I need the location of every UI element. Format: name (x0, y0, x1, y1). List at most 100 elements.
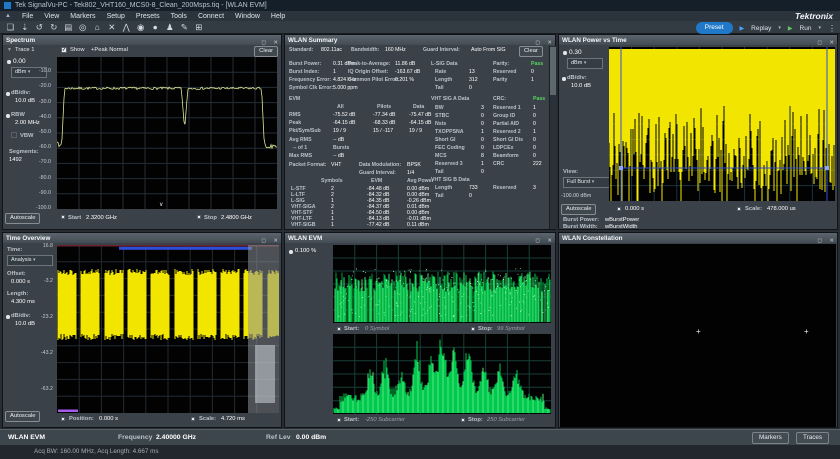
menu-view[interactable]: View (44, 13, 59, 20)
pvt-scale-value[interactable]: 478.000 us (767, 206, 796, 212)
stop-freq-marker[interactable] (197, 215, 201, 219)
recall-icon[interactable]: ⇣ (18, 21, 33, 33)
analysis-icon[interactable]: ♟ (163, 21, 178, 33)
length-value[interactable]: 4.300 ms (11, 299, 35, 305)
tov-scale-marker[interactable] (191, 417, 195, 421)
menu-file[interactable]: File (22, 13, 33, 20)
status-reflev-value[interactable]: 0.00 dBm (296, 434, 326, 441)
stop-freq-value[interactable]: 2.4800 GHz (221, 215, 252, 221)
view-dropdown[interactable]: Full Burst ▾ (563, 177, 611, 188)
traces-button[interactable]: Traces (796, 432, 829, 444)
evm-symbol-plot[interactable] (333, 245, 551, 323)
detector-selector[interactable]: +Peak Normal (91, 47, 128, 53)
sym-stop-value[interactable]: 99 Symbol (497, 326, 524, 332)
spectrum-title: Spectrum (6, 37, 35, 44)
record-icon[interactable]: ● (148, 21, 163, 33)
menu-connect[interactable]: Connect (198, 13, 224, 20)
replay-dropdown[interactable]: Replay (751, 25, 771, 32)
redo-icon[interactable]: ↻ (47, 21, 62, 33)
time-overview-plot[interactable] (57, 245, 279, 413)
close-icon[interactable]: ✕ (273, 238, 278, 244)
maximize-icon[interactable]: ◻ (817, 40, 822, 46)
pvt-scale-marker[interactable] (737, 207, 741, 211)
trigger-icon[interactable]: ◉ (134, 21, 149, 33)
edit-icon[interactable]: ✎ (177, 21, 192, 33)
pvt-plot[interactable] (609, 47, 835, 201)
tov-position-marker[interactable] (61, 417, 65, 421)
siga-value: 1 (481, 130, 484, 136)
sub-stop-value[interactable]: 250 Subcarrier (487, 417, 525, 423)
maximize-icon[interactable]: ◻ (261, 238, 266, 244)
maximize-icon[interactable]: ◻ (535, 238, 540, 244)
pvt-autoscale-button[interactable]: Autoscale (561, 204, 596, 215)
info-bar: Acq BW: 160.00 MHz, Acq Length: 4.667 ms (0, 445, 840, 459)
time-overview-header[interactable]: Time Overview ◻ ✕ (3, 233, 281, 243)
evm-ref-value[interactable]: 0.100 % (295, 248, 316, 254)
sym-start-value[interactable]: 0 Symbol (365, 326, 389, 332)
undo-icon[interactable]: ↺ (32, 21, 47, 33)
fullscreen-icon[interactable]: ⊞ (192, 21, 207, 33)
run-dropdown[interactable]: Run (800, 25, 812, 32)
summary-clear-button[interactable]: Clear (519, 46, 543, 57)
sym-stop-marker[interactable] (471, 327, 475, 331)
pvt-ref-value[interactable]: 0.30 (569, 49, 582, 56)
status-freq-value[interactable]: 2.40000 GHz (156, 434, 196, 441)
replay-caret-icon[interactable]: ▾ (778, 25, 781, 31)
tov-autoscale-button[interactable]: Autoscale (5, 411, 40, 422)
tov-dbdiv-value[interactable]: 10.0 dB (15, 321, 35, 327)
tov-scale-value[interactable]: 4.720 ms (221, 416, 245, 422)
close-icon[interactable]: ✕ (829, 40, 834, 46)
clear-button[interactable]: Clear (254, 46, 278, 57)
wlan-summary-header[interactable]: WLAN Summary ◻ ✕ (285, 35, 555, 45)
wlan-evm-header[interactable]: WLAN EVM ◻ ✕ (285, 233, 555, 243)
constellation-header[interactable]: WLAN Constellation ◻ ✕ (559, 233, 837, 243)
menu-tools[interactable]: Tools (171, 13, 187, 20)
settings-icon[interactable]: ◎ (76, 21, 91, 33)
autoscale-button[interactable]: Autoscale (5, 213, 40, 224)
menu-window[interactable]: Window (235, 13, 260, 20)
pvt-position-value[interactable]: 0.000 s (625, 206, 644, 212)
pvt-unit-dropdown[interactable]: dBm ▾ (567, 58, 603, 69)
sub-start-marker[interactable] (337, 418, 341, 422)
pvt-position-marker[interactable] (617, 207, 621, 211)
spectrum-header[interactable]: Spectrum ◻ ✕ (3, 35, 281, 45)
preset-button[interactable]: Preset (696, 22, 733, 33)
pvt-dbdiv-value[interactable]: 10.0 dB (571, 83, 591, 89)
markers-icon[interactable]: ✕ (105, 21, 120, 33)
close-icon[interactable]: ✕ (547, 238, 552, 244)
status-mode[interactable]: WLAN EVM (8, 434, 45, 441)
markers-button[interactable]: Markers (752, 432, 789, 444)
ref-level-value[interactable]: 0.00 (13, 58, 26, 65)
app-menu-icon[interactable]: ▲ (5, 13, 11, 19)
tov-position-value[interactable]: 0.000 s (99, 416, 118, 422)
evm-subcarrier-plot[interactable] (333, 334, 551, 414)
sym-start-marker[interactable] (337, 327, 341, 331)
marker-indicator-icon[interactable]: ∨ (159, 202, 163, 208)
menu-markers[interactable]: Markers (70, 13, 95, 20)
run-caret-icon[interactable]: ▾ (818, 25, 821, 31)
spectrum-trace-icon[interactable]: ⋀ (119, 21, 134, 33)
menu-presets[interactable]: Presets (136, 13, 160, 20)
start-freq-marker[interactable] (61, 215, 65, 219)
menu-help[interactable]: Help (271, 13, 285, 20)
print-icon[interactable]: ▤ (61, 21, 76, 33)
scrollbar-thumb[interactable] (550, 47, 556, 95)
time-dropdown[interactable]: Analysis ▾ (7, 255, 53, 266)
start-freq-value[interactable]: 2.3200 GHz (86, 215, 117, 221)
dbdiv-label: dB/div: (11, 90, 31, 96)
sub-stop-marker[interactable] (461, 418, 465, 422)
rbw-value[interactable]: 2.00 MHz (15, 120, 40, 126)
menu-setup[interactable]: Setup (107, 13, 125, 20)
lsig-row-value: 13 (469, 70, 475, 76)
pvt-header[interactable]: WLAN Power vs Time ◻ ✕ (559, 35, 837, 45)
open-icon[interactable]: ❏ (3, 21, 18, 33)
overflow-menu-icon[interactable]: ⋮ (828, 24, 836, 33)
spectrum-plot[interactable] (57, 57, 277, 209)
scrollbar[interactable] (549, 46, 556, 229)
show-checkbox[interactable]: ✓ (61, 47, 67, 53)
sub-start-value[interactable]: -250 Subcarrier (365, 417, 405, 423)
home-icon[interactable]: ⌂ (90, 21, 105, 33)
trace-selector[interactable]: Trace 1 (15, 47, 34, 53)
trace-collapse-icon[interactable]: ▼ (7, 48, 12, 54)
constellation-plot[interactable]: + + (560, 244, 836, 427)
